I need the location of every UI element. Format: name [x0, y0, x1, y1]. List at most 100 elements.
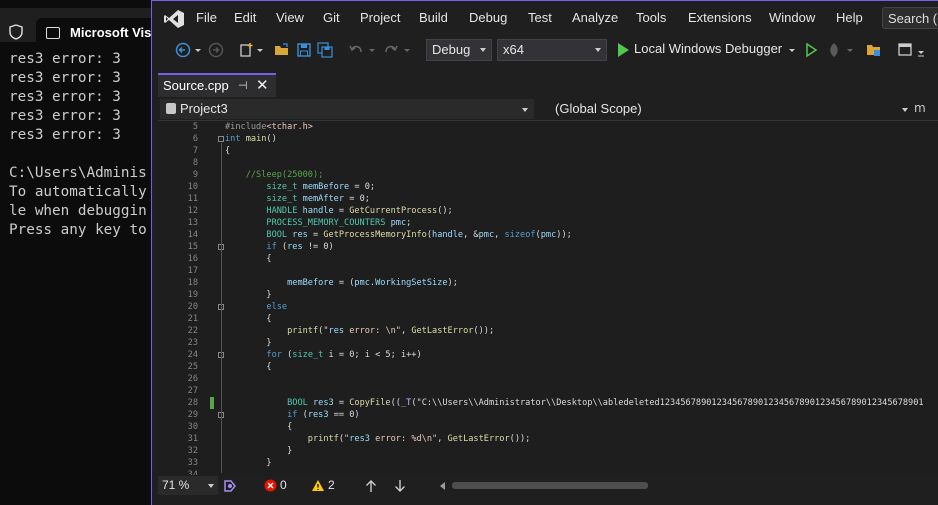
- forward-icon[interactable]: [207, 41, 225, 59]
- menu-help[interactable]: Help: [836, 10, 863, 25]
- open-folder-icon[interactable]: [273, 41, 291, 59]
- code-line[interactable]: memBefore = (pmc.WorkingSetSize);: [225, 277, 458, 289]
- search-input[interactable]: Search (C: [882, 7, 938, 29]
- menu-edit[interactable]: Edit: [234, 10, 256, 25]
- code-line[interactable]: if (res3 == 0): [225, 409, 359, 421]
- console-line: C:\Users\Adminis: [9, 165, 147, 181]
- code-line[interactable]: {: [225, 145, 230, 157]
- code-line[interactable]: {: [225, 313, 271, 325]
- menu-project[interactable]: Project: [360, 10, 400, 25]
- code-line[interactable]: size_t memAfter = 0;: [225, 193, 370, 205]
- platform-dropdown[interactable]: x64: [497, 39, 607, 61]
- code-line[interactable]: else: [225, 301, 287, 313]
- project-label: Project3: [180, 101, 228, 116]
- code-line[interactable]: {: [225, 421, 292, 433]
- menu-view[interactable]: View: [276, 10, 304, 25]
- fold-toggle-icon[interactable]: [218, 136, 224, 142]
- menu-debug[interactable]: Debug: [469, 10, 507, 25]
- horizontal-scrollbar[interactable]: [438, 475, 938, 497]
- pin-icon[interactable]: ⊣: [238, 79, 248, 92]
- menu-file[interactable]: File: [196, 10, 217, 25]
- line-number: 25: [187, 362, 198, 372]
- previous-issue-icon[interactable]: [365, 479, 377, 493]
- code-line[interactable]: printf("res3 error: %d\n", GetLastError(…: [225, 433, 531, 445]
- console-line: res3 error: 3: [9, 51, 121, 67]
- project-dropdown[interactable]: Project3: [160, 99, 534, 119]
- solution-explorer-icon[interactable]: [865, 41, 883, 59]
- console-line: res3 error: 3: [9, 70, 121, 86]
- toolbar-overflow-icon[interactable]: [916, 41, 926, 59]
- code-line[interactable]: }: [225, 289, 271, 301]
- code-line[interactable]: }: [225, 337, 271, 349]
- line-number: 33: [187, 458, 198, 468]
- navigation-bar: Project3 (Global Scope) m: [158, 98, 938, 121]
- save-all-icon[interactable]: [316, 41, 334, 59]
- start-debugging-icon[interactable]: [614, 41, 632, 59]
- undo-dropdown-icon[interactable]: [368, 41, 376, 59]
- line-number: 19: [187, 290, 198, 300]
- menu-bar: File Edit View Git Project Build Debug T…: [152, 1, 938, 35]
- menu-build[interactable]: Build: [419, 10, 448, 25]
- redo-icon[interactable]: [382, 41, 400, 59]
- start-debugging-button[interactable]: Local Windows Debugger: [634, 41, 782, 56]
- code-line[interactable]: #include<tchar.h>: [225, 121, 313, 133]
- line-number: 22: [187, 326, 198, 336]
- code-health-icon[interactable]: [222, 478, 238, 494]
- menu-test[interactable]: Test: [528, 10, 552, 25]
- code-line[interactable]: for (size_t i = 0; i < 5; i++): [225, 349, 421, 361]
- start-without-debugging-icon[interactable]: [802, 41, 820, 59]
- scroll-left-icon[interactable]: [440, 482, 446, 490]
- line-number: 13: [187, 218, 198, 228]
- console-tab-label: Microsoft Visu: [70, 25, 160, 40]
- code-line[interactable]: BOOL res = GetProcessMemoryInfo(handle, …: [225, 229, 571, 241]
- code-line[interactable]: BOOL res3 = CopyFile((_T("C:\\Users\\Adm…: [225, 397, 923, 409]
- line-number: 20: [187, 302, 198, 312]
- new-item-dropdown-icon[interactable]: [256, 41, 264, 59]
- code-line[interactable]: if (res != 0): [225, 241, 333, 253]
- menu-window[interactable]: Window: [769, 10, 815, 25]
- code-line[interactable]: size_t memBefore = 0;: [225, 181, 375, 193]
- code-line[interactable]: PROCESS_MEMORY_COUNTERS pmc;: [225, 217, 411, 229]
- redo-dropdown-icon[interactable]: [403, 41, 411, 59]
- hot-reload-dropdown-icon[interactable]: [846, 41, 854, 59]
- scrollbar-thumb[interactable]: [452, 482, 648, 489]
- code-line[interactable]: }: [225, 445, 292, 457]
- error-icon[interactable]: [264, 479, 277, 492]
- new-item-icon[interactable]: [238, 41, 256, 59]
- back-icon[interactable]: [174, 41, 192, 59]
- error-count[interactable]: 0: [280, 478, 287, 492]
- code-line[interactable]: }: [225, 457, 271, 469]
- visual-studio-window: File Edit View Git Project Build Debug T…: [151, 0, 938, 505]
- code-line[interactable]: //Sleep(25000);: [225, 169, 324, 181]
- line-number: 14: [187, 230, 198, 240]
- debug-target-dropdown-icon[interactable]: [788, 41, 796, 59]
- code-line[interactable]: printf("res error: \n", GetLastError());: [225, 325, 494, 337]
- undo-icon[interactable]: [347, 41, 365, 59]
- warning-count[interactable]: 2: [328, 478, 335, 492]
- code-line[interactable]: {: [225, 253, 271, 265]
- console-tab[interactable]: Microsoft Visu: [36, 18, 160, 50]
- save-icon[interactable]: [295, 41, 313, 59]
- line-number: 26: [187, 374, 198, 384]
- menu-tools[interactable]: Tools: [636, 10, 666, 25]
- window-layout-icon[interactable]: [896, 41, 914, 59]
- close-icon[interactable]: ✕: [256, 76, 269, 94]
- next-issue-icon[interactable]: [394, 479, 406, 493]
- menu-git[interactable]: Git: [323, 10, 340, 25]
- hot-reload-icon[interactable]: [825, 41, 843, 59]
- line-number: 10: [187, 182, 198, 192]
- member-dropdown[interactable]: m: [914, 101, 926, 115]
- menu-extensions[interactable]: Extensions: [688, 10, 752, 25]
- zoom-dropdown[interactable]: 71 %: [158, 476, 218, 495]
- configuration-dropdown[interactable]: Debug: [426, 39, 492, 61]
- back-dropdown-icon[interactable]: [194, 41, 202, 59]
- code-line[interactable]: HANDLE handle = GetCurrentProcess();: [225, 205, 452, 217]
- menu-analyze[interactable]: Analyze: [572, 10, 618, 25]
- warning-icon[interactable]: [311, 479, 325, 492]
- chevron-down-icon: [208, 484, 214, 488]
- code-editor[interactable]: 5 #include<tchar.h> 6 int main() 7 {8 9 //Slee…: [158, 121, 938, 475]
- tab-source-cpp[interactable]: Source.cpp ⊣ ✕: [158, 73, 276, 97]
- code-line[interactable]: {: [225, 361, 271, 373]
- scope-dropdown[interactable]: (Global Scope): [543, 99, 919, 119]
- code-line[interactable]: int main(): [225, 133, 277, 145]
